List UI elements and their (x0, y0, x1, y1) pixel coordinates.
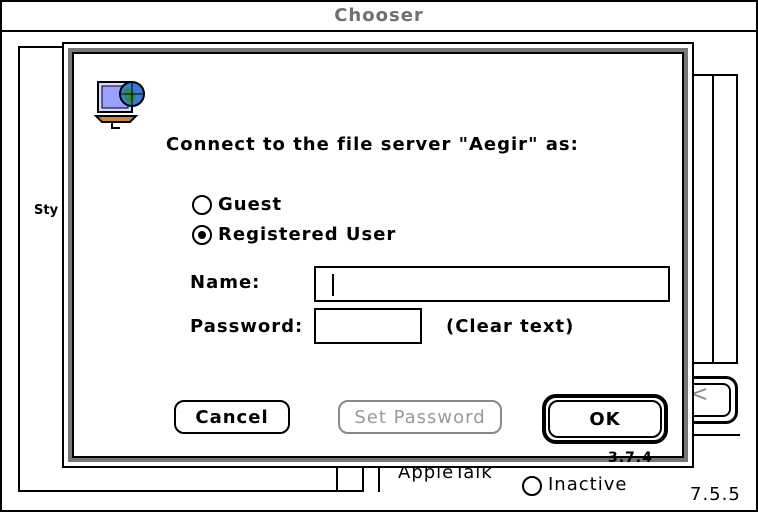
dialog-frame-inner: Connect to the file server "Aegir" as: G… (72, 52, 684, 466)
guest-option[interactable]: Guest (192, 194, 282, 215)
password-field[interactable] (314, 308, 422, 344)
partial-label: Sty (34, 203, 59, 218)
connect-dialog: Connect to the file server "Aegir" as: G… (62, 42, 694, 468)
chooser-titlebar[interactable]: Chooser (0, 0, 758, 32)
cancel-button[interactable]: Cancel (174, 400, 290, 434)
chooser-version: 7.5.5 (690, 484, 741, 505)
registered-user-label[interactable]: Registered User (218, 224, 396, 245)
set-password-button[interactable]: Set Password (338, 400, 502, 434)
name-field[interactable] (314, 266, 670, 302)
connect-prompt: Connect to the file server "Aegir" as: (166, 134, 579, 155)
appletalk-inactive-label: Inactive (548, 474, 628, 495)
dialog-frame: Connect to the file server "Aegir" as: G… (68, 48, 688, 466)
registered-user-option[interactable]: Registered User (192, 224, 396, 245)
ok-button-default-ring: OK (542, 394, 668, 444)
file-server-icon (94, 81, 145, 129)
password-label: Password: (190, 316, 304, 337)
chooser-title: Chooser (334, 5, 424, 26)
password-note: (Clear text) (446, 316, 575, 337)
guest-label[interactable]: Guest (218, 194, 282, 215)
ok-button[interactable]: OK (548, 400, 662, 438)
appletalk-inactive-radio[interactable] (522, 476, 542, 496)
registered-user-radio[interactable] (192, 224, 212, 245)
name-label: Name: (190, 272, 261, 293)
text-caret (332, 274, 334, 296)
server-list-scrollbar[interactable] (712, 76, 714, 362)
guest-radio[interactable] (192, 194, 212, 215)
divider (690, 434, 740, 436)
dialog-version: 3.7.4 (608, 450, 653, 466)
